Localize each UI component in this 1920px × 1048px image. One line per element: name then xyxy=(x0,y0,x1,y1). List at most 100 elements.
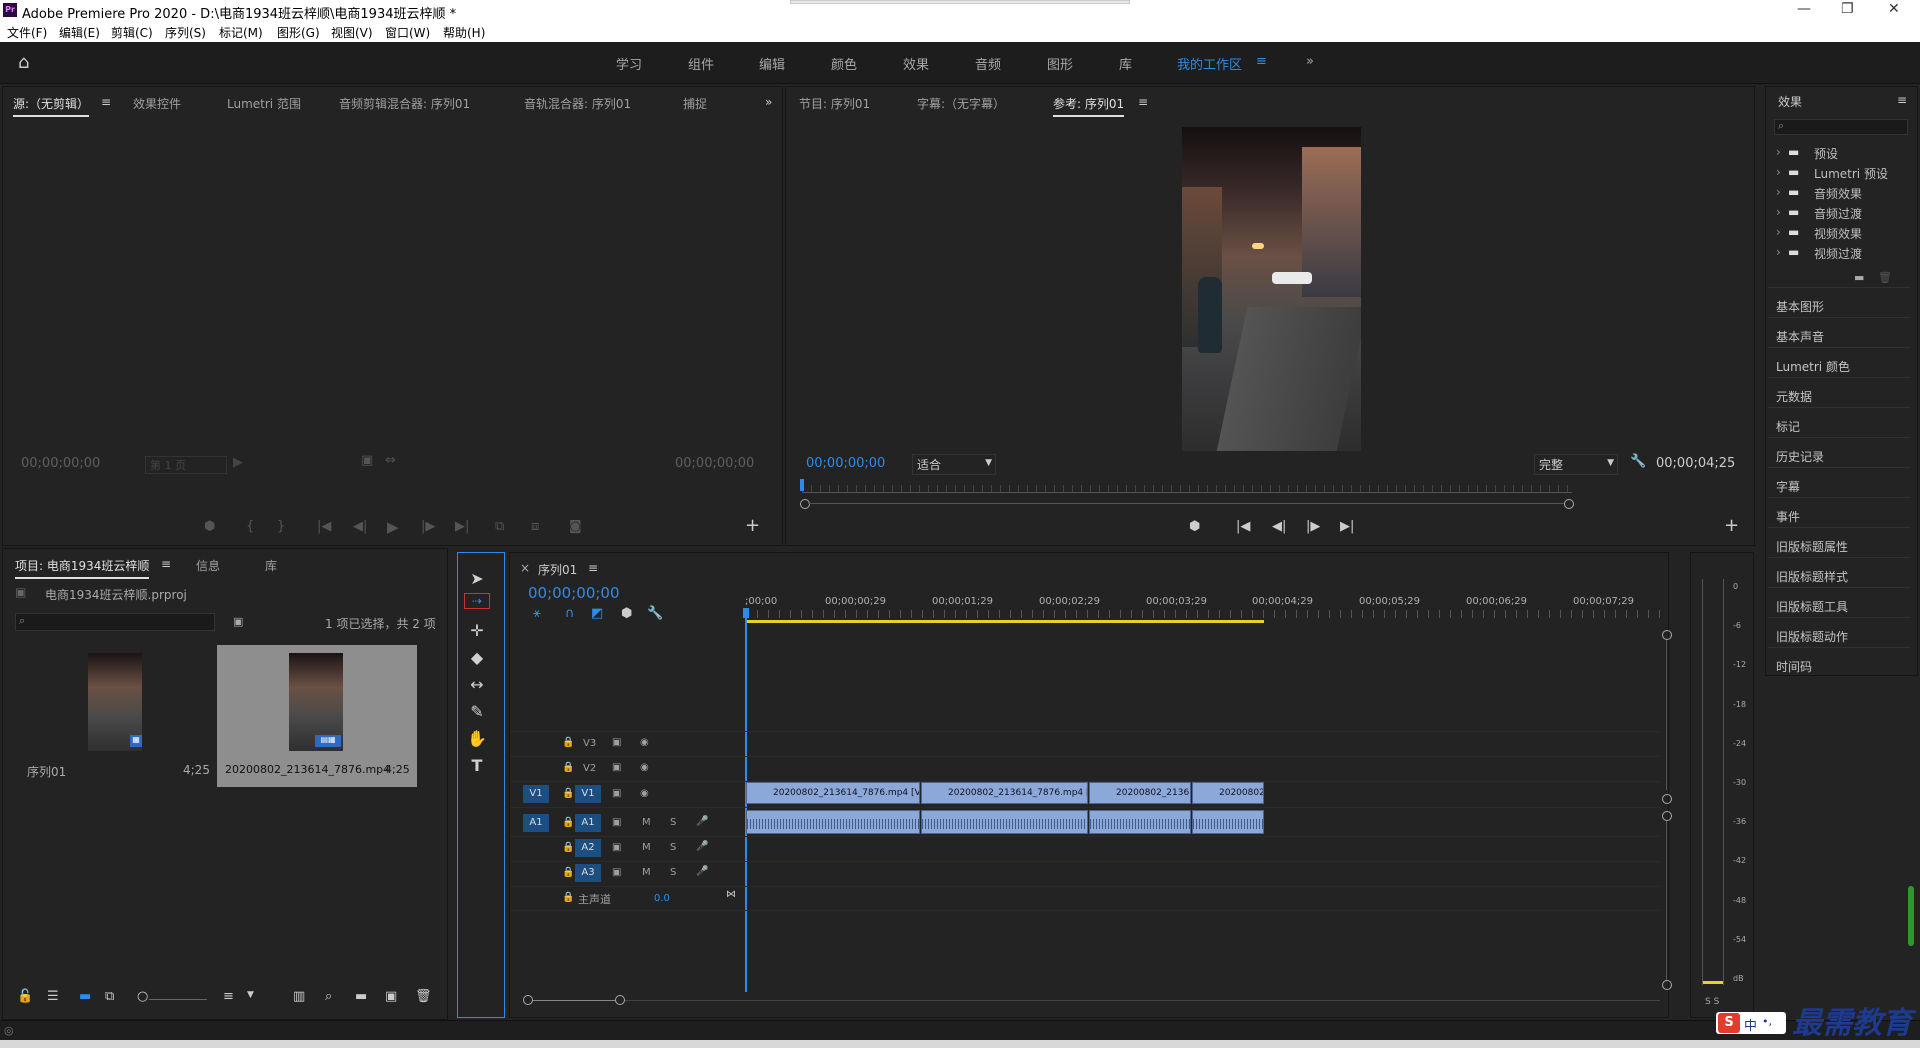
master-volume-value[interactable]: 0.0 xyxy=(654,893,670,904)
workspace-mine[interactable]: 我的工作区 xyxy=(1177,54,1242,73)
wrench-icon[interactable]: 🔧 xyxy=(1630,454,1646,469)
close-icon[interactable]: ✕ xyxy=(1888,1,1900,17)
solo-button[interactable]: S xyxy=(670,842,676,853)
project-menu-icon[interactable]: ≡ xyxy=(161,557,171,571)
vscroll-handle[interactable] xyxy=(1662,811,1672,821)
find-icon[interactable]: ⌕ xyxy=(325,989,332,1004)
tab-project[interactable]: 项目: 电商1934班云梓顺 xyxy=(15,557,150,579)
video-clip[interactable]: 20200802_213614_7876.mp4 [V] xyxy=(921,782,1088,804)
mark-out-icon[interactable]: } xyxy=(277,519,285,534)
workspace-menu-icon[interactable]: ≡ xyxy=(1256,54,1267,69)
automate-sequence-icon[interactable]: ▥ xyxy=(293,989,305,1004)
program-playhead[interactable] xyxy=(800,479,804,491)
workspace-effects[interactable]: 效果 xyxy=(903,54,929,73)
new-bin-icon[interactable]: ▬ xyxy=(355,989,367,1004)
insert-icon[interactable]: ⧉ xyxy=(495,519,504,534)
track-lock-icon[interactable]: 🔒 xyxy=(562,762,574,773)
panel-essential-sound[interactable]: 基本声音 xyxy=(1776,328,1824,345)
track-lock-icon[interactable]: 🔒 xyxy=(562,788,574,799)
workspace-learn[interactable]: 学习 xyxy=(616,54,642,73)
panel-lumetri-color[interactable]: Lumetri 颜色 xyxy=(1776,358,1850,375)
ime-toolbar[interactable]: S 中 •, xyxy=(1716,1012,1786,1034)
snap-icon[interactable]: ∩ xyxy=(565,606,575,621)
menu-view[interactable]: 视图(V) xyxy=(331,24,373,41)
workspace-library[interactable]: 库 xyxy=(1119,54,1132,73)
vscroll-track[interactable] xyxy=(1666,640,1667,790)
program-timecode[interactable]: 00;00;00;00 xyxy=(806,456,885,471)
mute-button[interactable]: M xyxy=(642,842,651,853)
tab-effect-controls[interactable]: 效果控件 xyxy=(133,95,181,112)
film-icon[interactable]: ▣ xyxy=(612,737,621,748)
tab-audio-clip-mixer[interactable]: 音频剪辑混合器: 序列01 xyxy=(339,95,470,112)
trash-icon[interactable]: 🗑 xyxy=(1878,271,1892,284)
panel-timecode[interactable]: 时间码 xyxy=(1776,658,1812,675)
add-marker-icon[interactable]: ⬢ xyxy=(621,606,632,621)
source-menu-icon[interactable]: ≡ xyxy=(101,95,111,109)
source-settings-icon[interactable]: ▣ xyxy=(361,453,373,468)
play-icon[interactable]: |▶ xyxy=(1306,519,1320,534)
timeline-playhead-head[interactable] xyxy=(743,608,749,618)
panel-history[interactable]: 历史记录 xyxy=(1776,448,1824,465)
effects-menu-icon[interactable]: ≡ xyxy=(1897,93,1907,107)
workspace-assembly[interactable]: 组件 xyxy=(688,54,714,73)
source-page-next-icon[interactable]: ▶ xyxy=(233,455,243,470)
video-clip[interactable]: 20200802 xyxy=(1192,782,1264,804)
panel-overflow-icon[interactable]: » xyxy=(765,95,772,109)
track-label-a1[interactable]: A1 xyxy=(575,814,601,832)
film-icon[interactable]: ▣ xyxy=(612,842,621,853)
track-label-a3[interactable]: A3 xyxy=(575,864,601,882)
selection-tool-icon[interactable]: ➤ xyxy=(458,569,496,588)
workspace-audio[interactable]: 音频 xyxy=(975,54,1001,73)
mute-button[interactable]: M xyxy=(642,867,651,878)
panel-events[interactable]: 事件 xyxy=(1776,508,1800,525)
menu-marker[interactable]: 标记(M) xyxy=(219,24,263,41)
zoom-slider[interactable] xyxy=(149,999,207,1000)
home-icon[interactable]: ⌂ xyxy=(18,52,29,73)
audio-clip[interactable] xyxy=(1089,810,1191,834)
workspace-overflow-icon[interactable]: » xyxy=(1306,54,1314,69)
hscroll-handle[interactable] xyxy=(523,995,533,1005)
trash-icon[interactable]: 🗑 xyxy=(415,989,432,1004)
icon-view-icon[interactable]: ▬ xyxy=(79,989,91,1004)
track-label-a2[interactable]: A2 xyxy=(575,839,601,857)
eye-icon[interactable]: ◉ xyxy=(640,737,649,748)
program-mini-ruler[interactable] xyxy=(802,485,1572,493)
microphone-icon[interactable]: 🎤 xyxy=(696,816,708,827)
vscroll-handle[interactable] xyxy=(1662,794,1672,804)
track-lock-icon[interactable]: 🔒 xyxy=(562,817,574,828)
overwrite-icon[interactable]: ⧈ xyxy=(531,519,539,534)
maximize-icon[interactable]: ❐ xyxy=(1841,1,1854,17)
tab-audio-track-mixer[interactable]: 音轨混合器: 序列01 xyxy=(524,95,631,112)
new-bin-icon[interactable]: ▬ xyxy=(1854,271,1864,284)
nest-icon[interactable]: ⚹ xyxy=(533,606,541,621)
track-lock-icon[interactable]: 🔒 xyxy=(562,892,574,903)
linked-selection-icon[interactable]: ◩ xyxy=(591,606,603,621)
program-add-button-icon[interactable]: + xyxy=(1724,515,1739,536)
effects-search-input[interactable]: ⌕ xyxy=(1774,119,1908,135)
program-zoom-right-handle[interactable] xyxy=(1564,499,1574,509)
workspace-color[interactable]: 颜色 xyxy=(831,54,857,73)
source-page-select[interactable]: 第 1 页 xyxy=(145,456,227,474)
timeline-ruler[interactable] xyxy=(746,610,1662,618)
audio-clip[interactable] xyxy=(921,810,1088,834)
tab-capture[interactable]: 捕捉 xyxy=(683,95,707,112)
audio-clip[interactable] xyxy=(746,810,920,834)
lock-icon[interactable]: 🔓 xyxy=(17,989,33,1004)
timeline-close-icon[interactable]: × xyxy=(520,561,530,575)
film-icon[interactable]: ▣ xyxy=(612,867,621,878)
tab-program[interactable]: 节目: 序列01 xyxy=(799,95,870,112)
video-clip[interactable]: 20200802_213614_7876.mp4 [V] xyxy=(746,782,920,804)
panel-captions[interactable]: 字幕 xyxy=(1776,478,1800,495)
freeform-view-icon[interactable]: ⧉ xyxy=(105,989,114,1004)
menu-graphics[interactable]: 图形(G) xyxy=(277,24,320,41)
tab-lumetri-scopes[interactable]: Lumetri 范围 xyxy=(227,95,301,112)
panel-essential-graphics[interactable]: 基本图形 xyxy=(1776,298,1824,315)
meter-solo-buttons[interactable]: S S xyxy=(1705,997,1719,1007)
track-select-tool-icon[interactable]: ⇢ xyxy=(464,593,490,609)
solo-button[interactable]: S xyxy=(670,867,676,878)
go-to-in-icon[interactable]: |◀ xyxy=(1236,519,1250,534)
panel-legacy-title-tools[interactable]: 旧版标题工具 xyxy=(1776,598,1848,615)
menu-clip[interactable]: 剪辑(C) xyxy=(111,24,153,41)
track-lock-icon[interactable]: 🔒 xyxy=(562,737,574,748)
step-forward-icon[interactable]: |▶ xyxy=(421,519,435,534)
